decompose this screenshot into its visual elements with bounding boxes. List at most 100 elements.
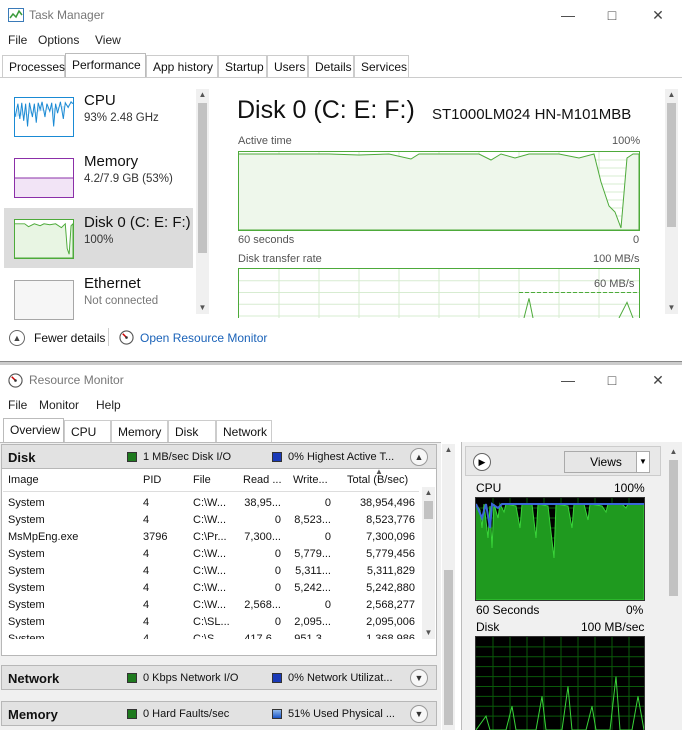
cell-write: 951,3... [294, 633, 331, 639]
rm-cpu-min: 0% [626, 603, 644, 617]
cell-total: 5,242,880 [366, 582, 415, 594]
table-row[interactable]: System 4 C:\SL... 0 2,095... 2,095,006 [3, 614, 419, 631]
cell-total: 2,095,006 [366, 616, 415, 628]
cell-pid: 4 [143, 548, 150, 560]
cell-total: 8,523,776 [366, 514, 415, 526]
memory-expand-chevron-down-icon[interactable]: ▼ [410, 705, 428, 723]
close-button[interactable]: ✕ [638, 4, 678, 26]
network-io-swatch [127, 673, 137, 683]
collapse-pane-chevron-right-icon[interactable]: ▶ [473, 453, 491, 471]
rm-cpu-graph [475, 497, 645, 601]
rm-right-scrollbar[interactable]: ▲ [667, 446, 680, 730]
cell-pid: 3796 [143, 531, 168, 543]
views-dropdown-icon[interactable]: ▼ [636, 451, 650, 473]
cell-pid: 4 [143, 582, 150, 594]
disk-table-scrollbar[interactable]: ▲ ▼ [422, 487, 435, 639]
cell-read: 417,6... [244, 633, 281, 639]
cell-total: 38,954,496 [359, 497, 415, 509]
detail-scroll-thumb[interactable] [667, 103, 676, 227]
cell-read: 2,568... [244, 599, 281, 611]
table-row[interactable]: System 4 C:\W... 0 5,779... 5,779,456 [3, 546, 419, 563]
cell-image: System [8, 582, 45, 594]
disk-scroll-down-icon[interactable]: ▼ [422, 627, 435, 639]
transfer-rate-max: 100 MB/s [593, 253, 640, 265]
table-row[interactable]: System 4 C:\W... 0 5,311... 5,311,829 [3, 563, 419, 580]
cell-pid: 4 [143, 565, 150, 577]
network-util-text: 0% Network Utilizat... [288, 672, 393, 684]
cell-read: 0 [274, 582, 281, 594]
minimize-button[interactable]: — [548, 4, 588, 26]
disk-model: ST1000LM024 HN-M101MBB [432, 106, 632, 123]
rm-left-scroll-up-icon[interactable]: ▲ [442, 444, 455, 456]
table-row[interactable]: MsMpEng.exe 3796 C:\Pr... 7,300... 0 7,300,09… [3, 529, 419, 546]
cell-pid: 4 [143, 599, 150, 611]
rm-left-scroll-thumb[interactable] [444, 570, 453, 725]
rm-disk-label: Disk [476, 620, 500, 634]
memory-section-title: Memory [8, 707, 58, 722]
cell-read: 0 [274, 565, 281, 577]
cell-file: C:\W... [193, 548, 226, 560]
table-row[interactable]: System 4 C:\W... 38,95... 0 38,954,496 [3, 495, 419, 512]
memory-used-text: 51% Used Physical ... [288, 708, 395, 720]
cell-image: MsMpEng.exe [8, 531, 79, 543]
detail-scrollbar[interactable]: ▲ ▼ [665, 89, 678, 314]
table-row[interactable]: System 4 C:\W... 0 5,242... 5,242,880 [3, 580, 419, 597]
cell-pid: 4 [143, 616, 150, 628]
disk-scroll-up-icon[interactable]: ▲ [422, 487, 435, 499]
table-row[interactable]: System 4 C:\W... 0 8,523... 8,523,776 [3, 512, 419, 529]
memory-faults-text: 0 Hard Faults/sec [143, 708, 230, 720]
cell-read: 38,95... [244, 497, 281, 509]
rm-right-scroll-thumb[interactable] [669, 460, 678, 596]
network-section-header[interactable]: Network 0 Kbps Network I/O 0% Network Ut… [1, 665, 437, 690]
rm-close-button[interactable]: ✕ [638, 369, 678, 391]
cell-write: 0 [324, 599, 331, 611]
disk-scroll-thumb[interactable] [424, 501, 433, 519]
cell-total: 1,368,986 [366, 633, 415, 639]
memory-faults-swatch [127, 709, 137, 719]
cell-file: C:\W... [193, 599, 226, 611]
cell-read: 0 [274, 514, 281, 526]
memory-section-header[interactable]: Memory 0 Hard Faults/sec 51% Used Physic… [1, 701, 437, 726]
transfer-rate-mid: 60 MB/s [594, 278, 635, 290]
cell-image: System [8, 514, 45, 526]
rm-right-scroll-up-icon[interactable]: ▲ [667, 446, 680, 458]
rm-maximize-button[interactable]: □ [592, 369, 632, 391]
zero-label: 0 [633, 234, 640, 246]
cell-write: 8,523... [294, 514, 331, 526]
rm-disk-max: 100 MB/sec [581, 620, 645, 634]
disk-rows: System 4 C:\W... 38,95... 0 38,954,496 System 4… [0, 0, 420, 639]
detail-scroll-up-icon[interactable]: ▲ [665, 89, 678, 101]
cell-pid: 4 [143, 497, 150, 509]
rm-cpu-max: 100% [614, 481, 645, 495]
rm-seconds-label: 60 Seconds [476, 603, 540, 617]
cell-image: System [8, 599, 45, 611]
rm-minimize-button[interactable]: — [548, 369, 588, 391]
cell-write: 0 [324, 531, 331, 543]
rm-left-scrollbar[interactable]: ▲ [442, 444, 455, 730]
cell-file: C:\Pr... [193, 531, 227, 543]
rm-cpu-label: CPU [476, 481, 502, 495]
cell-read: 7,300... [244, 531, 281, 543]
cell-pid: 4 [143, 514, 150, 526]
cell-read: 0 [274, 548, 281, 560]
rm-right-toolbar: ▶ Views ▼ [465, 446, 661, 476]
rm-disk-graph [475, 636, 645, 730]
cell-image: System [8, 616, 45, 628]
cell-image: System [8, 633, 45, 639]
network-io-text: 0 Kbps Network I/O [143, 672, 239, 684]
network-expand-chevron-down-icon[interactable]: ▼ [410, 669, 428, 687]
cell-file: C:\W... [193, 497, 226, 509]
maximize-button[interactable]: □ [592, 4, 632, 26]
table-row[interactable]: System 4 C:\W... 2,568... 0 2,568,277 [3, 597, 419, 614]
cell-write: 5,311... [295, 565, 331, 577]
cell-write: 5,779... [294, 548, 331, 560]
table-row[interactable]: System 4 C:\S... 417,6... 951,3... 1,368,986 [3, 631, 419, 639]
cell-total: 7,300,096 [366, 531, 415, 543]
network-util-swatch [272, 673, 282, 683]
cell-image: System [8, 548, 45, 560]
cell-total: 2,568,277 [366, 599, 415, 611]
cell-write: 5,242... [294, 582, 331, 594]
cell-image: System [8, 565, 45, 577]
cell-read: 0 [274, 616, 281, 628]
detail-scroll-down-icon[interactable]: ▼ [665, 302, 678, 314]
